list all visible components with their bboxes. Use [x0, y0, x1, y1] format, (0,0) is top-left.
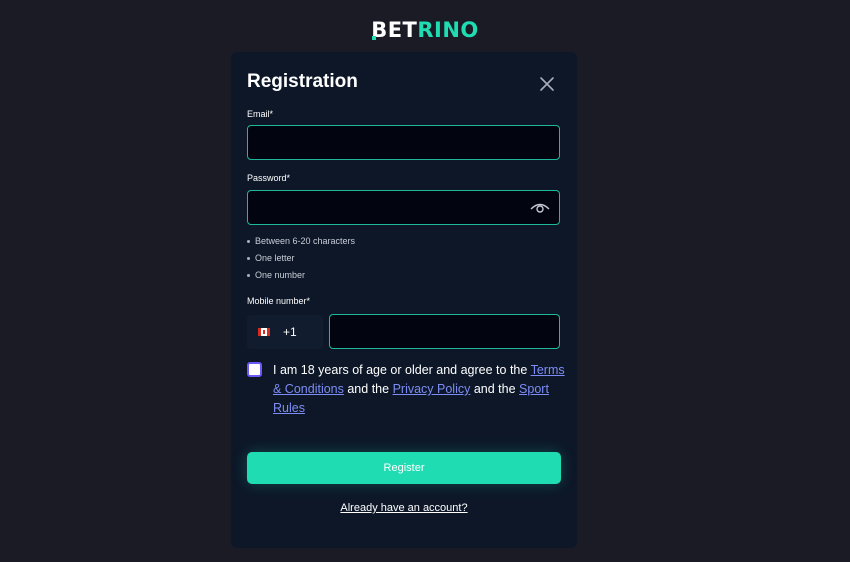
email-label: Email* — [247, 109, 274, 119]
close-icon[interactable] — [537, 74, 557, 94]
rule-item: Between 6-20 characters — [247, 233, 355, 250]
logo-bet: BET — [371, 18, 418, 42]
email-field[interactable] — [247, 125, 560, 160]
password-label: Password* — [247, 173, 291, 183]
consent-text: I am 18 years of age or older and agree … — [273, 363, 565, 415]
password-field[interactable] — [247, 190, 560, 225]
registration-modal: Registration Email* Password* Between 6-… — [231, 52, 577, 548]
register-button[interactable]: Register — [247, 452, 561, 484]
rule-item: One letter — [247, 250, 355, 267]
country-code-selector[interactable]: +1 — [247, 315, 323, 349]
password-input[interactable] — [248, 191, 559, 224]
canada-flag-icon — [258, 328, 270, 336]
login-link[interactable]: Already have an account? — [231, 502, 577, 514]
modal-title: Registration — [247, 71, 358, 92]
brand-logo: BET RINO — [0, 18, 850, 42]
mobile-label: Mobile number* — [247, 296, 311, 306]
eye-icon[interactable] — [530, 200, 550, 219]
password-rules: Between 6-20 characters One letter One n… — [247, 233, 355, 284]
phone-field[interactable] — [329, 314, 560, 349]
email-input[interactable] — [248, 126, 559, 159]
privacy-policy-link[interactable]: Privacy Policy — [393, 382, 471, 396]
age-consent-checkbox[interactable] — [247, 362, 262, 377]
rule-item: One number — [247, 267, 355, 284]
logo-rino: RINO — [417, 18, 479, 42]
country-code: +1 — [283, 325, 297, 339]
phone-input[interactable] — [330, 315, 559, 348]
